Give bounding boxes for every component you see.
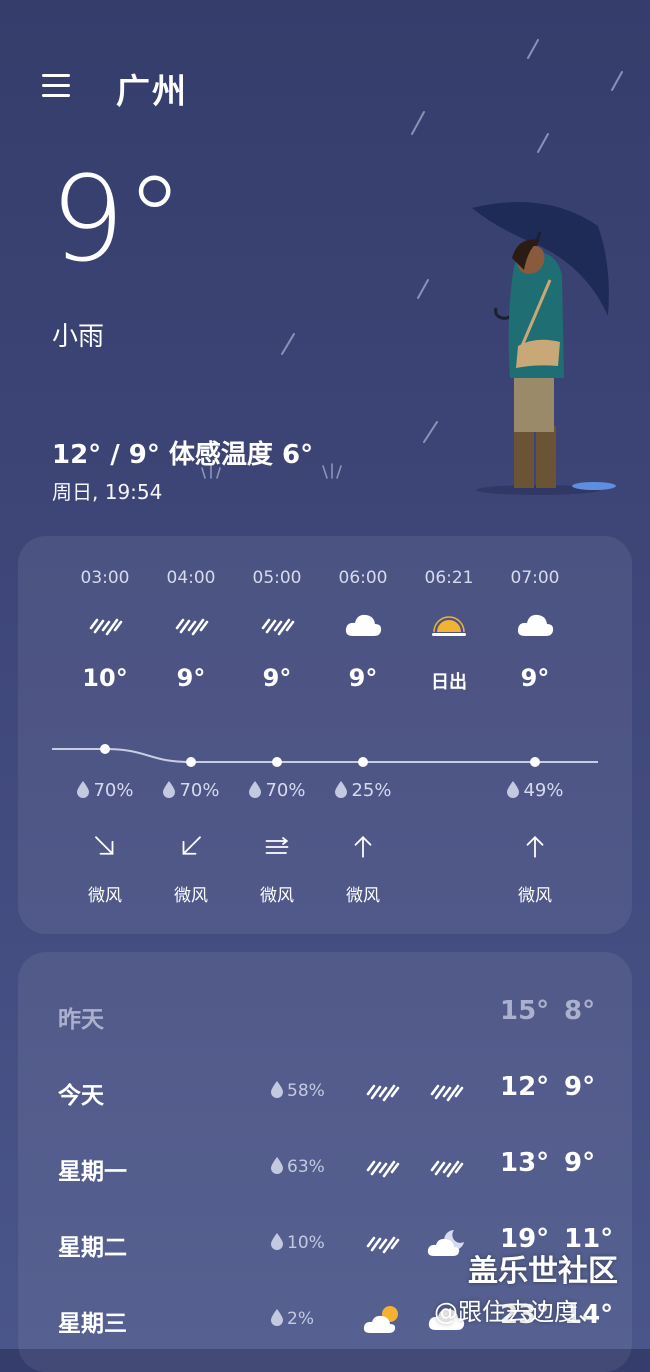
light-rain-icon: [426, 1074, 466, 1108]
day-low-temp: 9°: [564, 1148, 596, 1178]
raindrop-icon: [507, 781, 520, 798]
light-rain-icon: [362, 1150, 402, 1184]
temperature-curve-line: [52, 748, 598, 763]
day-high-temp: 12°: [500, 1072, 550, 1102]
hour-time: 05:00: [252, 568, 302, 588]
hour-temperature: 10°: [82, 664, 128, 692]
daily-row[interactable]: 昨天 15° 8°: [18, 982, 632, 1042]
hour-temperature: 9°: [348, 664, 378, 692]
variable-wind-icon: [262, 832, 292, 862]
hour-time: 06:21: [424, 568, 474, 588]
light-rain-icon: [362, 1226, 402, 1260]
day-name: 昨天: [58, 1007, 104, 1033]
hour-precipitation: 70%: [62, 780, 148, 801]
light-rain-icon: [171, 608, 211, 642]
precipitation-value: 63%: [287, 1157, 325, 1177]
menu-icon[interactable]: [40, 70, 74, 102]
hour-temperature: 9°: [262, 664, 292, 692]
hour-time: 04:00: [166, 568, 216, 588]
watermark-site: 盖乐世社区: [468, 1254, 618, 1289]
precipitation-value: 70%: [93, 780, 134, 801]
precipitation-value: 10%: [287, 1233, 325, 1253]
partly-cloudy-day-icon: [362, 1302, 402, 1336]
raindrop-icon: [77, 781, 90, 798]
partly-cloudy-night-icon: [426, 1226, 466, 1260]
update-datetime: 周日, 19:54: [52, 480, 163, 504]
hour-precipitation: 25%: [320, 780, 406, 801]
day-name: 星期一: [58, 1159, 127, 1185]
arrow-up-icon: [520, 832, 550, 862]
day-low-temp: 9°: [564, 1072, 596, 1102]
day-low-temp: 8°: [564, 996, 596, 1026]
raindrop-icon: [271, 1081, 283, 1098]
hour-time: 07:00: [510, 568, 560, 588]
day-name: 星期三: [58, 1311, 127, 1337]
arrow-down-left-icon: [176, 832, 206, 862]
wind-strength: 微风: [518, 886, 552, 906]
hour-time: 03:00: [80, 568, 130, 588]
wind-strength: 微风: [88, 886, 122, 906]
raindrop-icon: [271, 1309, 283, 1326]
precipitation-value: 70%: [265, 780, 306, 801]
temperature-point: [186, 757, 196, 767]
hour-temperature: 9°: [520, 664, 550, 692]
hour-temperature: 9°: [176, 664, 206, 692]
raindrop-icon: [249, 781, 262, 798]
daily-row[interactable]: 星期一 63% 13° 9°: [18, 1134, 632, 1194]
day-high-temp: 15°: [500, 996, 550, 1026]
precipitation-value: 70%: [179, 780, 220, 801]
hour-precipitation: 70%: [234, 780, 320, 801]
day-name: 今天: [58, 1083, 104, 1109]
day-precipitation: 63%: [270, 1156, 325, 1177]
watermark-user: @跟住去边度、: [434, 1298, 602, 1326]
light-rain-icon: [257, 608, 297, 642]
hour-time: 06:00: [338, 568, 388, 588]
current-condition: 小雨: [52, 322, 105, 352]
raindrop-icon: [271, 1233, 283, 1250]
light-rain-icon: [362, 1074, 402, 1108]
precipitation-value: 49%: [523, 780, 564, 801]
cloudy-icon: [343, 608, 383, 642]
sunrise-icon: [429, 608, 469, 642]
day-precipitation: 2%: [270, 1308, 314, 1329]
wind-strength: 微风: [260, 886, 294, 906]
hour-precipitation: 70%: [148, 780, 234, 801]
hour-precipitation: 49%: [492, 780, 578, 801]
precipitation-value: 58%: [287, 1081, 325, 1101]
temperature-point: [272, 757, 282, 767]
precipitation-value: 2%: [287, 1309, 314, 1329]
day-name: 星期二: [58, 1235, 127, 1261]
precipitation-value: 25%: [351, 780, 392, 801]
raindrop-icon: [335, 781, 348, 798]
daily-row[interactable]: 今天 58% 12° 9°: [18, 1058, 632, 1118]
temp-range-feels-like: 12° / 9° 体感温度 6°: [52, 440, 314, 470]
current-temperature: 9°: [50, 150, 185, 288]
raindrop-icon: [271, 1157, 283, 1174]
sunrise-label: 日出: [431, 672, 467, 693]
day-precipitation: 10%: [270, 1232, 325, 1253]
light-rain-icon: [85, 608, 125, 642]
raindrop-icon: [163, 781, 176, 798]
arrow-down-right-icon: [90, 832, 120, 862]
wind-strength: 微风: [346, 886, 380, 906]
light-rain-icon: [426, 1150, 466, 1184]
temperature-point: [358, 757, 368, 767]
day-high-temp: 13°: [500, 1148, 550, 1178]
hourly-forecast-card[interactable]: 03:00 10° 70% 微风 04:00 9° 70% 微风 05:00 9° 70% 微风 06:…: [18, 536, 632, 934]
wind-strength: 微风: [174, 886, 208, 906]
temperature-point: [100, 744, 110, 754]
person-with-umbrella-illustration: [472, 202, 616, 495]
city-name[interactable]: 广州: [116, 64, 188, 113]
arrow-up-icon: [348, 832, 378, 862]
temperature-point: [530, 757, 540, 767]
day-precipitation: 58%: [270, 1080, 325, 1101]
cloudy-icon: [515, 608, 555, 642]
